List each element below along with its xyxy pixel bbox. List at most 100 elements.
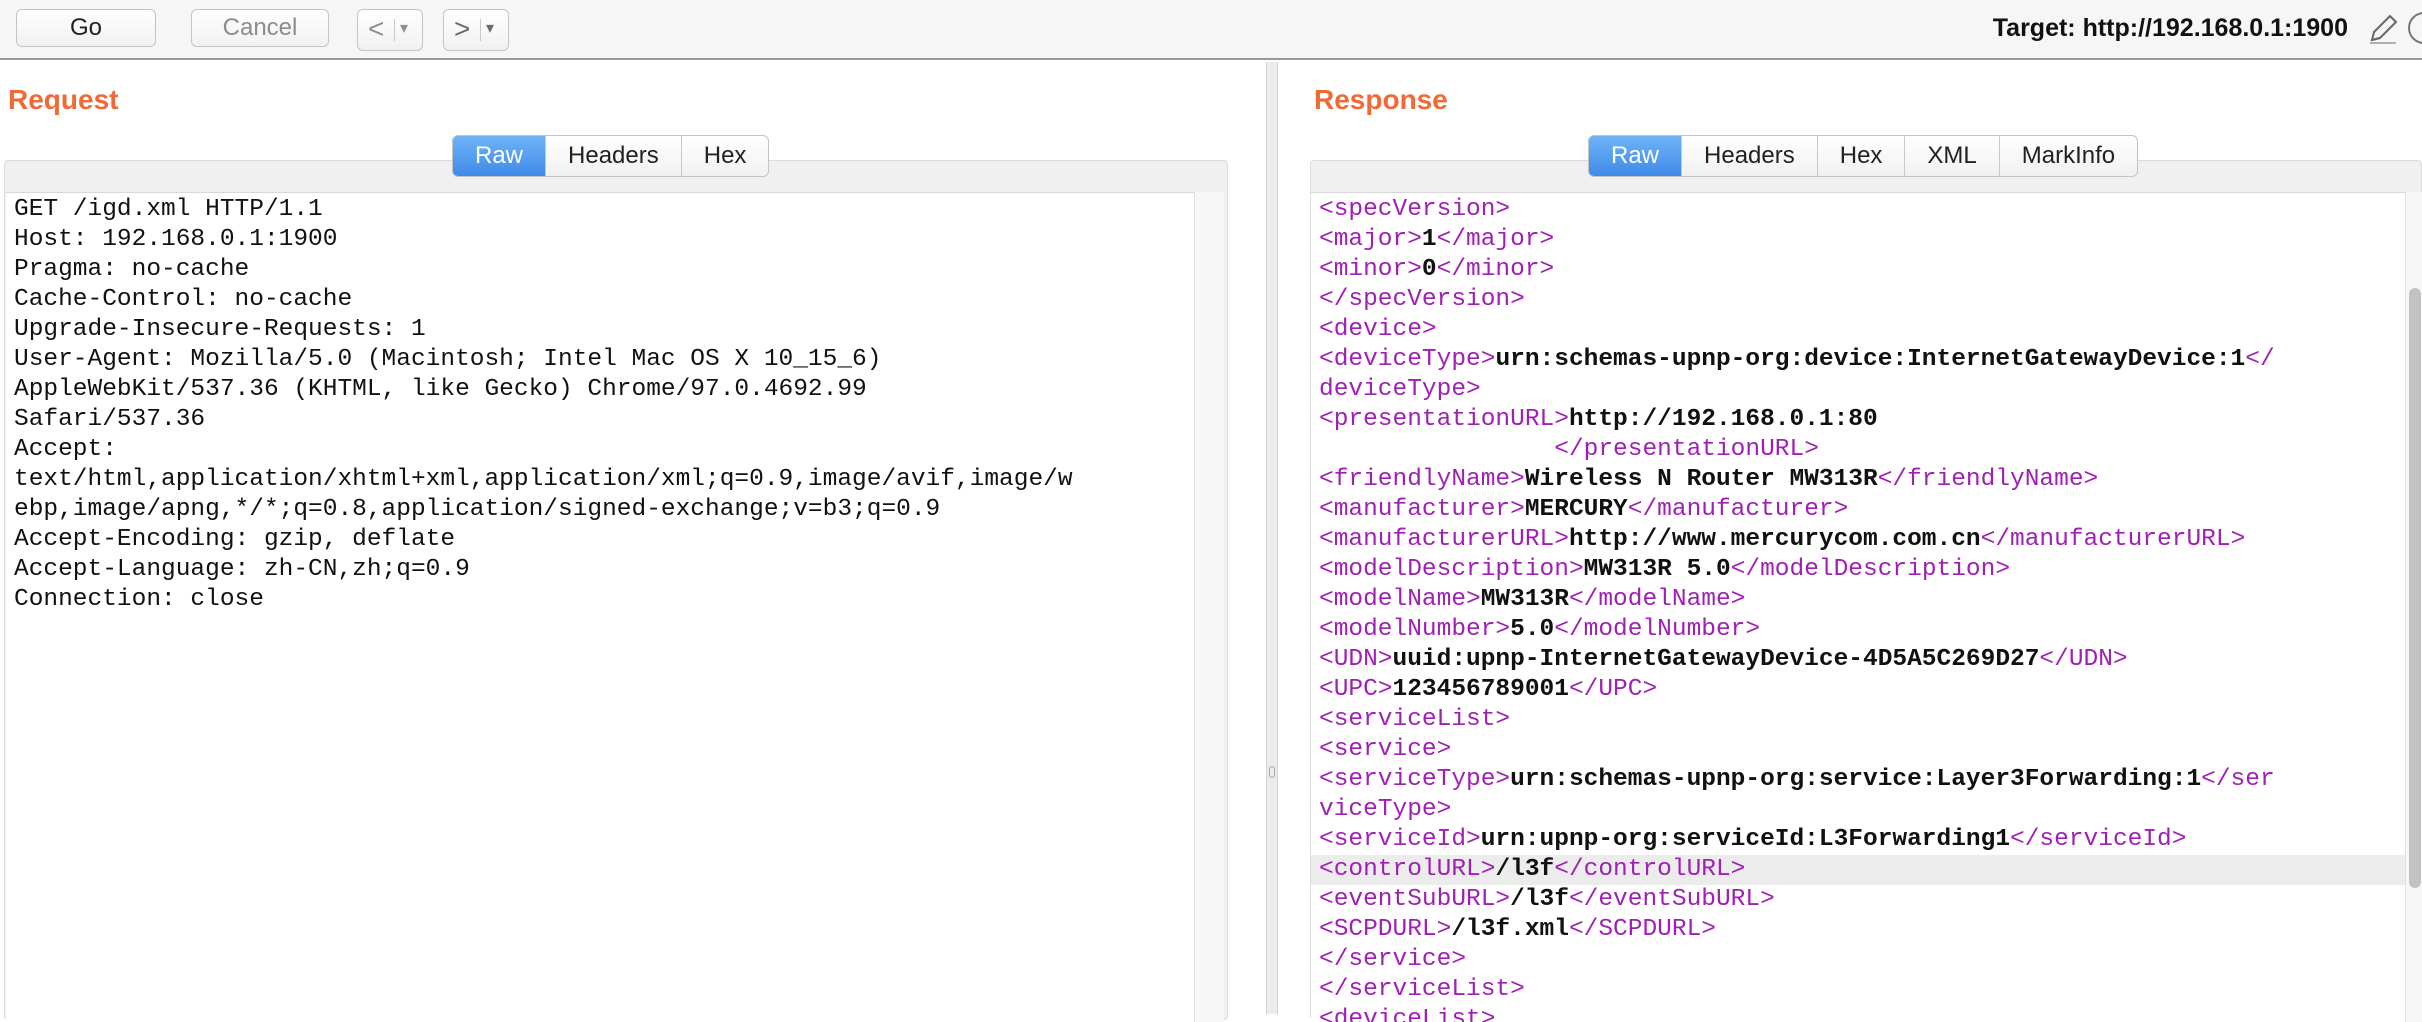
request-line: Accept-Language: zh-CN,zh;q=0.9 xyxy=(14,556,470,583)
xml-tag: <serviceType> xyxy=(1319,766,1511,793)
response-line: <service> xyxy=(1319,735,2405,765)
tab-hex[interactable]: Hex xyxy=(682,136,769,176)
xml-tag: </UPC> xyxy=(1568,676,1658,703)
response-line: <controlURL>/l3f</controlURL> xyxy=(1311,855,2405,885)
forward-arrow-icon: > xyxy=(454,13,471,44)
xml-tag: <major> xyxy=(1319,226,1422,253)
response-line: <friendlyName>Wireless N Router MW313R</… xyxy=(1319,465,2405,495)
xml-value: MW313R 5.0 xyxy=(1583,556,1731,583)
xml-tag: </modelNumber> xyxy=(1554,616,1761,643)
response-line: <modelName>MW313R</modelName> xyxy=(1319,585,2405,615)
xml-tag: </SCPDURL> xyxy=(1568,916,1716,943)
response-line: <UDN>uuid:upnp-InternetGatewayDevice-4D5… xyxy=(1319,645,2405,675)
split-pane-divider[interactable] xyxy=(1266,62,1278,1014)
xml-value: urn:upnp-org:serviceId:L3Forwarding1 xyxy=(1480,826,2011,853)
response-title: Response xyxy=(1314,84,1448,115)
request-tabs: Raw Headers Hex xyxy=(452,135,770,177)
request-line: Upgrade-Insecure-Requests: 1 xyxy=(14,316,426,343)
xml-tag: </modelName> xyxy=(1568,586,1746,613)
xml-tag: </serviceList> xyxy=(1319,976,1525,1003)
toolbar: Go Cancel < ▾ > ▾ Target: http://192.168… xyxy=(0,0,2422,60)
response-line: <deviceType>urn:schemas-upnp-org:device:… xyxy=(1319,345,2405,375)
request-line: User-Agent: Mozilla/5.0 (Macintosh; Inte… xyxy=(14,346,882,373)
request-title: Request xyxy=(8,84,119,115)
tab-headers[interactable]: Headers xyxy=(1682,136,1818,176)
tab-xml[interactable]: XML xyxy=(1905,136,2000,176)
pencil-icon[interactable] xyxy=(2366,12,2400,46)
xml-tag: <manufacturer> xyxy=(1319,496,1525,523)
chevron-down-icon[interactable]: ▾ xyxy=(400,10,408,48)
response-line: <minor>0</minor> xyxy=(1319,255,2405,285)
request-line: Pragma: no-cache xyxy=(14,256,250,283)
back-arrow-icon: < xyxy=(368,13,385,44)
response-line: <modelNumber>5.0</modelNumber> xyxy=(1319,615,2405,645)
xml-tag: </controlURL> xyxy=(1554,856,1746,883)
tab-raw[interactable]: Raw xyxy=(1589,136,1683,176)
xml-tag: </serviceId> xyxy=(2010,826,2187,853)
response-line: deviceType> xyxy=(1319,375,2405,405)
request-scrollbar[interactable] xyxy=(1194,192,1224,1022)
response-line: <major>1</major> xyxy=(1319,225,2405,255)
scrollbar-thumb[interactable] xyxy=(2409,288,2421,888)
xml-tag: <modelNumber> xyxy=(1319,616,1511,643)
xml-value: urn:schemas-upnp-org:service:Layer3Forwa… xyxy=(1510,766,2202,793)
xml-value: /l3f xyxy=(1495,856,1555,883)
response-line: </presentationURL> xyxy=(1319,435,2405,465)
xml-tag: </presentationURL> xyxy=(1554,436,1819,463)
xml-value: Wireless N Router MW313R xyxy=(1524,466,1878,493)
response-line: <eventSubURL>/l3f</eventSubURL> xyxy=(1319,885,2405,915)
back-button[interactable]: < ▾ xyxy=(357,9,423,51)
xml-value xyxy=(1319,436,1554,463)
response-line: <manufacturerURL>http://www.mercurycom.c… xyxy=(1319,525,2405,555)
response-editor[interactable]: <specVersion> <major>1</major> <minor>0</m… xyxy=(1311,192,2405,1022)
xml-tag: </major> xyxy=(1436,226,1555,253)
request-editor[interactable]: GET /igd.xml HTTP/1.1 Host: 192.168.0.1:1… xyxy=(6,192,1194,1022)
request-line: Host: 192.168.0.1:1900 xyxy=(14,226,338,253)
response-line: <UPC>123456789001</UPC> xyxy=(1319,675,2405,705)
xml-tag: </specVersion> xyxy=(1319,286,1525,313)
response-line: <serviceList> xyxy=(1319,705,2405,735)
request-line: ebp,image/apng,*/*;q=0.8,application/sig… xyxy=(14,496,941,523)
response-line: <SCPDURL>/l3f.xml</SCPDURL> xyxy=(1319,915,2405,945)
forward-button[interactable]: > ▾ xyxy=(443,9,509,51)
response-line: <manufacturer>MERCURY</manufacturer> xyxy=(1319,495,2405,525)
xml-value: 5.0 xyxy=(1510,616,1555,643)
help-icon[interactable] xyxy=(2408,12,2422,44)
xml-tag: <presentationURL> xyxy=(1319,406,1569,433)
request-line: Accept-Encoding: gzip, deflate xyxy=(14,526,456,553)
cancel-button[interactable]: Cancel xyxy=(191,9,329,47)
tab-markinfo[interactable]: MarkInfo xyxy=(2000,136,2137,176)
xml-tag: </manufacturerURL> xyxy=(1980,526,2246,553)
xml-tag: <deviceType> xyxy=(1319,346,1496,373)
xml-tag: <UPC> xyxy=(1319,676,1393,703)
tab-headers[interactable]: Headers xyxy=(546,136,682,176)
xml-value: 1 xyxy=(1421,226,1437,253)
xml-tag: </modelDescription> xyxy=(1730,556,2011,583)
xml-tag: </ser xyxy=(2201,766,2275,793)
response-scrollbar[interactable] xyxy=(2405,192,2422,1022)
xml-value: 0 xyxy=(1421,256,1437,283)
divider xyxy=(394,19,395,41)
xml-tag: </service> xyxy=(1319,946,1467,973)
tab-hex[interactable]: Hex xyxy=(1818,136,1906,176)
xml-tag: <minor> xyxy=(1319,256,1422,283)
request-line: Safari/537.36 xyxy=(14,406,206,433)
response-line: </service> xyxy=(1319,945,2405,975)
xml-tag: </minor> xyxy=(1436,256,1555,283)
xml-tag: deviceType> xyxy=(1319,376,1481,403)
request-line: text/html,application/xhtml+xml,applicat… xyxy=(14,466,1073,493)
tab-raw[interactable]: Raw xyxy=(453,136,547,176)
go-button[interactable]: Go xyxy=(16,9,156,47)
response-line: <modelDescription>MW313R 5.0</modelDescr… xyxy=(1319,555,2405,585)
xml-tag: <modelDescription> xyxy=(1319,556,1584,583)
response-tabs: Raw Headers Hex XML MarkInfo xyxy=(1588,135,2139,177)
divider-grip-icon[interactable] xyxy=(1269,766,1275,778)
xml-tag: <serviceId> xyxy=(1319,826,1481,853)
chevron-down-icon[interactable]: ▾ xyxy=(486,10,494,48)
xml-tag: <modelName> xyxy=(1319,586,1481,613)
xml-tag: <deviceList> xyxy=(1319,1006,1496,1022)
xml-value: http://www.mercurycom.com.cn xyxy=(1568,526,1981,553)
response-line: <serviceId>urn:upnp-org:serviceId:L3Forw… xyxy=(1319,825,2405,855)
response-line: <presentationURL>http://192.168.0.1:80 xyxy=(1319,405,2405,435)
xml-tag: <UDN> xyxy=(1319,646,1393,673)
